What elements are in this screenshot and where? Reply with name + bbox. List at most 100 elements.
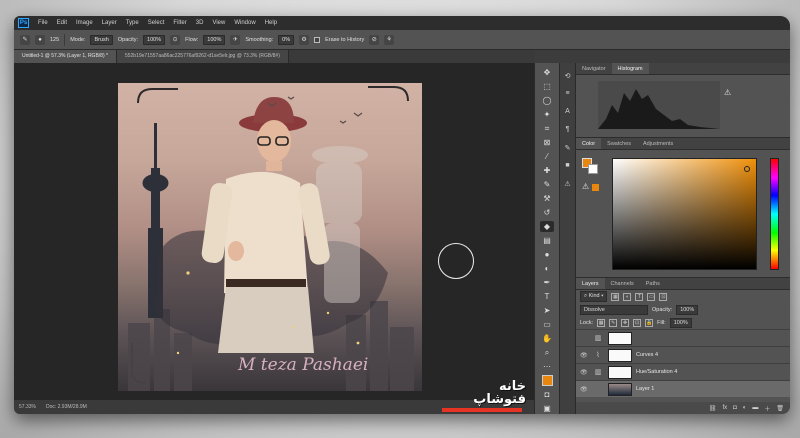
visibility-eye-icon[interactable]: 👁: [580, 369, 588, 376]
link-layers-icon[interactable]: ⛓: [709, 405, 717, 412]
zoom-level[interactable]: 57.33%: [19, 404, 36, 410]
rectangle-tool-icon[interactable]: ▭: [540, 319, 554, 330]
filter-smart-object-icon[interactable]: ⊡: [659, 292, 668, 301]
opacity-input[interactable]: 100%: [143, 34, 166, 45]
mode-select[interactable]: Brush: [90, 34, 113, 45]
lock-image-icon[interactable]: ✎: [609, 318, 618, 327]
menu-layer[interactable]: Layer: [102, 20, 117, 26]
fill-input[interactable]: 100%: [669, 317, 692, 328]
history-brush-tool-icon[interactable]: ↺: [540, 207, 554, 218]
erase-to-history-checkbox[interactable]: [314, 36, 321, 43]
healing-brush-tool-icon[interactable]: ✚: [540, 165, 554, 176]
smoothing-settings-gear-icon[interactable]: ⚙: [299, 34, 310, 45]
gamut-color-chip[interactable]: [592, 184, 599, 191]
new-adjustment-icon[interactable]: ◐: [743, 405, 747, 411]
layer-row[interactable]: 👁 ▥ Hue/Saturation 4: [576, 363, 790, 380]
hand-tool-icon[interactable]: ✋: [540, 333, 554, 344]
lock-position-icon[interactable]: ✥: [621, 318, 630, 327]
brush-settings-icon[interactable]: ✎: [563, 143, 573, 152]
menu-help[interactable]: Help: [265, 20, 277, 26]
layer-mask-thumbnail[interactable]: [608, 348, 632, 362]
layer-mask-thumbnail[interactable]: [608, 331, 632, 345]
warning-icon[interactable]: ⚠: [563, 179, 573, 188]
menu-edit[interactable]: Edit: [57, 20, 67, 26]
delete-layer-icon[interactable]: 🗑: [776, 405, 784, 412]
symmetry-icon[interactable]: ⚘: [384, 34, 395, 45]
add-mask-icon[interactable]: ◘: [733, 405, 737, 411]
type-tool-icon[interactable]: T: [540, 291, 554, 302]
filter-type-icon[interactable]: T: [635, 292, 644, 301]
layer-name[interactable]: Layer 1: [636, 386, 654, 392]
gradient-tool-icon[interactable]: ▤: [540, 235, 554, 246]
layer-row-selected[interactable]: 👁 Layer 1: [576, 380, 790, 397]
menu-filter[interactable]: Filter: [173, 20, 186, 26]
layer-mask-thumbnail[interactable]: [608, 365, 632, 379]
properties-panel-icon[interactable]: ≡: [563, 89, 573, 98]
tab-photo-jpg[interactable]: 552b19e71557aa86ac225776af9262-d1se5elr.…: [116, 50, 289, 63]
layer-thumbnail[interactable]: [608, 382, 632, 396]
tab-adjustments[interactable]: Adjustments: [637, 138, 679, 149]
frame-tool-icon[interactable]: ⊠: [540, 137, 554, 148]
lock-transparent-icon[interactable]: ▦: [597, 318, 606, 327]
brush-preset-picker-icon[interactable]: ●: [35, 34, 45, 45]
screen-mode-icon[interactable]: ▣: [540, 403, 554, 414]
background-color-chip[interactable]: [588, 164, 598, 174]
layer-kind-filter[interactable]: ⌕ Kind ▾: [580, 291, 608, 302]
lock-all-icon[interactable]: 🔒: [645, 318, 654, 327]
eyedropper-tool-icon[interactable]: ⁄: [540, 151, 554, 162]
filter-shape-icon[interactable]: ▭: [647, 292, 656, 301]
quick-selection-tool-icon[interactable]: ✦: [540, 109, 554, 120]
tab-swatches[interactable]: Swatches: [601, 138, 637, 149]
new-layer-icon[interactable]: ＋: [764, 404, 770, 413]
crop-tool-icon[interactable]: ⌗: [540, 123, 554, 134]
hue-slider[interactable]: [770, 158, 779, 270]
visibility-eye-icon[interactable]: 👁: [580, 386, 588, 393]
swatch-panel-icon[interactable]: ■: [563, 161, 573, 170]
lasso-tool-icon[interactable]: ◯: [540, 95, 554, 106]
layer-opacity-input[interactable]: 100%: [676, 304, 699, 315]
path-selection-tool-icon[interactable]: ➤: [540, 305, 554, 316]
brush-tool-icon[interactable]: ✎: [540, 179, 554, 190]
airbrush-icon[interactable]: ✈: [230, 34, 241, 45]
tab-channels[interactable]: Channels: [605, 278, 640, 289]
filter-pixel-icon[interactable]: ▦: [611, 292, 620, 301]
menu-type[interactable]: Type: [126, 20, 139, 26]
flow-input[interactable]: 100%: [203, 34, 226, 45]
move-tool-icon[interactable]: ✥: [540, 67, 554, 78]
color-picker-field[interactable]: [612, 158, 757, 270]
layer-row[interactable]: ▥: [576, 329, 790, 346]
clone-stamp-tool-icon[interactable]: ⚒: [540, 193, 554, 204]
eraser-tool-preset-icon[interactable]: ✎: [20, 34, 30, 45]
layer-style-fx-icon[interactable]: fx: [722, 405, 727, 411]
character-panel-icon[interactable]: A: [563, 107, 573, 116]
history-panel-icon[interactable]: ⟲: [563, 71, 573, 80]
menu-select[interactable]: Select: [148, 20, 165, 26]
document-canvas[interactable]: M teza Pashaei: [118, 83, 422, 391]
layer-name[interactable]: Curves 4: [636, 352, 658, 358]
layer-name[interactable]: Hue/Saturation 4: [636, 369, 677, 375]
zoom-tool-icon[interactable]: ⌕: [540, 347, 554, 358]
menu-view[interactable]: View: [212, 20, 225, 26]
pen-tool-icon[interactable]: ✒: [540, 277, 554, 288]
lock-artboard-icon[interactable]: ⊡: [633, 318, 642, 327]
blend-mode-select[interactable]: Dissolve: [580, 304, 648, 315]
menu-file[interactable]: File: [38, 20, 48, 26]
pressure-opacity-icon[interactable]: ⊙: [170, 34, 181, 45]
paragraph-panel-icon[interactable]: ¶: [563, 125, 573, 134]
tab-layers[interactable]: Layers: [576, 278, 605, 289]
marquee-tool-icon[interactable]: ⬚: [540, 81, 554, 92]
more-tools-icon[interactable]: ⋯: [540, 361, 554, 372]
menu-window[interactable]: Window: [234, 20, 255, 26]
smoothing-input[interactable]: 0%: [278, 34, 295, 45]
document-size-info[interactable]: Doc: 2.93M/28.9M: [46, 404, 87, 410]
eraser-tool-icon[interactable]: ◆: [540, 221, 554, 232]
menu-3d[interactable]: 3D: [196, 20, 204, 26]
color-picker-marker[interactable]: [744, 166, 750, 172]
dodge-tool-icon[interactable]: ◐: [540, 263, 554, 274]
foreground-color-swatch[interactable]: [540, 375, 554, 386]
tab-untitled-1[interactable]: Untitled-1 @ 57.3% (Layer 1, RGB/8) *: [14, 50, 117, 63]
gamut-warning-icon[interactable]: ⚠: [582, 182, 589, 191]
blur-tool-icon[interactable]: ●: [540, 249, 554, 260]
new-group-icon[interactable]: ▬: [752, 405, 758, 411]
filter-adjustment-icon[interactable]: ◐: [623, 292, 632, 301]
